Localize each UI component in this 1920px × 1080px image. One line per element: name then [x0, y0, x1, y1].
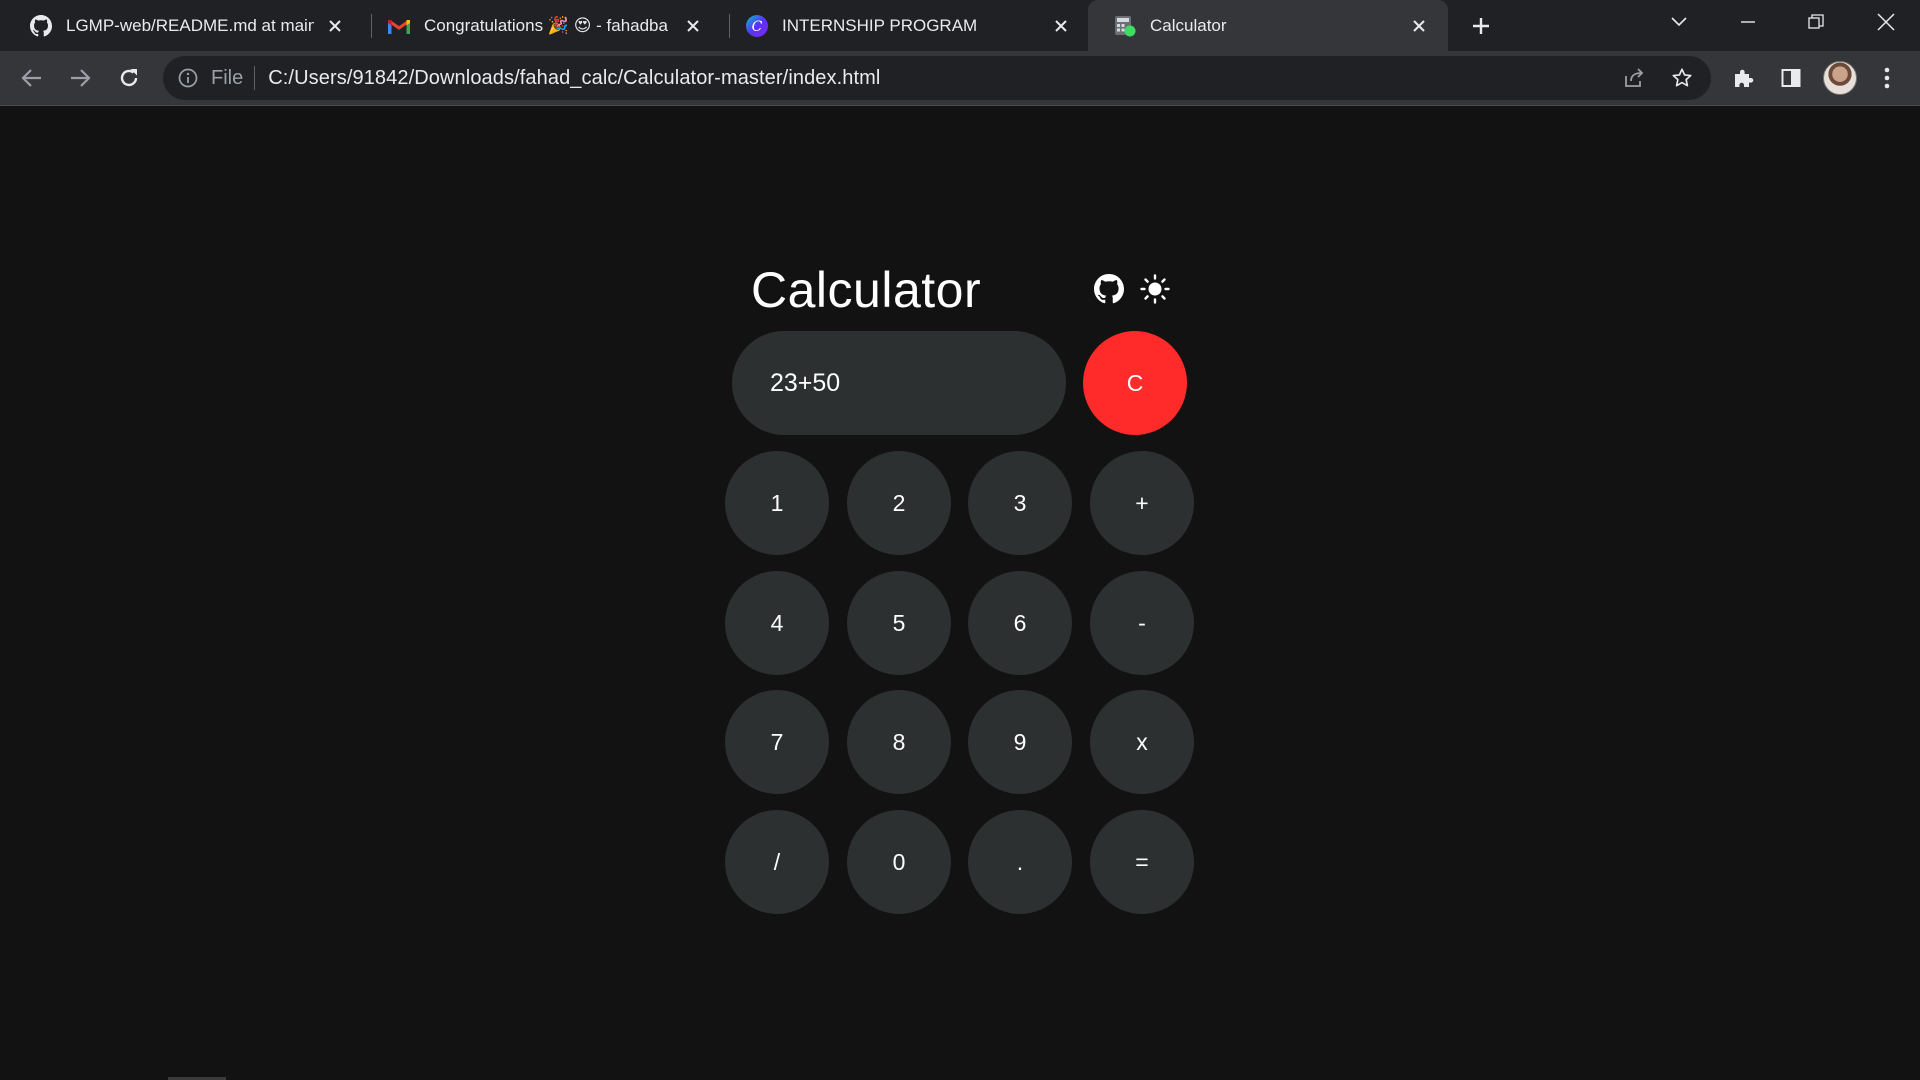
github-icon	[30, 14, 52, 37]
restore-icon	[1808, 14, 1824, 29]
key-7[interactable]: 7	[725, 690, 829, 794]
close-icon	[1877, 13, 1895, 31]
arrow-left-icon	[21, 69, 41, 87]
key-divide[interactable]: /	[725, 810, 829, 914]
theme-toggle-sun-icon[interactable]	[1139, 273, 1171, 305]
key-plus[interactable]: +	[1090, 451, 1194, 555]
key-1[interactable]: 1	[725, 451, 829, 555]
close-icon[interactable]	[1050, 15, 1072, 37]
arrow-right-icon	[71, 69, 91, 87]
key-6[interactable]: 6	[968, 571, 1072, 675]
close-window-button[interactable]	[1858, 0, 1914, 44]
restore-button[interactable]	[1788, 0, 1844, 44]
minimize-icon	[1741, 21, 1755, 23]
forward-button[interactable]	[61, 59, 99, 97]
back-button[interactable]	[13, 59, 51, 97]
calculator-page: Calculator 23+50 C 1 2 3 + 4 5 6 - 7 8 9…	[0, 107, 1920, 1080]
key-5[interactable]: 5	[847, 571, 951, 675]
side-panel-button[interactable]	[1772, 59, 1810, 97]
canva-icon: C	[746, 14, 768, 37]
divider	[254, 66, 256, 90]
page-title: Calculator	[751, 262, 982, 318]
key-minus[interactable]: -	[1090, 571, 1194, 675]
url-scheme-label: File	[211, 66, 244, 89]
clear-button[interactable]: C	[1083, 331, 1187, 435]
calculator-icon	[1114, 15, 1136, 37]
extensions-button[interactable]	[1724, 59, 1762, 97]
address-bar[interactable]: File C:/Users/91842/Downloads/fahad_calc…	[163, 56, 1711, 100]
tab-internship-program[interactable]: C INTERNSHIP PROGRAM	[720, 0, 1090, 51]
key-decimal[interactable]: .	[968, 810, 1072, 914]
key-8[interactable]: 8	[847, 690, 951, 794]
bookmark-star-icon[interactable]	[1662, 56, 1702, 100]
tab-calculator[interactable]: Calculator	[1088, 0, 1448, 51]
plus-icon	[1473, 18, 1489, 34]
key-3[interactable]: 3	[968, 451, 1072, 555]
more-vertical-icon	[1884, 67, 1890, 89]
browser-menu-button[interactable]	[1868, 59, 1906, 97]
key-2[interactable]: 2	[847, 451, 951, 555]
key-9[interactable]: 9	[968, 690, 1072, 794]
share-icon[interactable]	[1614, 56, 1654, 100]
browser-toolbar: File C:/Users/91842/Downloads/fahad_calc…	[0, 51, 1920, 106]
display-value: 23+50	[770, 368, 841, 397]
avatar[interactable]	[1823, 61, 1857, 95]
gmail-icon	[388, 15, 410, 37]
calculator-display: 23+50	[732, 331, 1066, 435]
url-text[interactable]: C:/Users/91842/Downloads/fahad_calc/Calc…	[268, 67, 880, 90]
tab-title: Congratulations 🎉 😍 - fahadba	[424, 15, 668, 35]
info-icon[interactable]	[177, 67, 199, 89]
chevron-down-icon	[1671, 17, 1687, 27]
key-multiply[interactable]: x	[1090, 690, 1194, 794]
reload-button[interactable]	[110, 59, 148, 97]
tab-title: INTERNSHIP PROGRAM	[782, 15, 978, 35]
close-icon[interactable]	[682, 15, 704, 37]
github-icon[interactable]	[1093, 273, 1125, 305]
key-0[interactable]: 0	[847, 810, 951, 914]
reload-icon	[120, 69, 138, 87]
tab-search-button[interactable]	[1651, 0, 1707, 44]
close-icon[interactable]	[1408, 15, 1430, 37]
minimize-button[interactable]	[1720, 0, 1776, 44]
tab-gmail[interactable]: Congratulations 🎉 😍 - fahadba	[362, 0, 722, 51]
tab-title: Calculator	[1150, 15, 1227, 35]
key-equals[interactable]: =	[1090, 810, 1194, 914]
svg-text:C: C	[752, 19, 763, 35]
key-4[interactable]: 4	[725, 571, 829, 675]
tab-github-readme[interactable]: LGMP-web/README.md at main	[4, 0, 364, 51]
puzzle-icon	[1735, 69, 1754, 87]
side-panel-icon	[1781, 69, 1801, 87]
tab-strip: LGMP-web/README.md at main Congratulatio…	[0, 0, 1920, 51]
tab-title: LGMP-web/README.md at main	[66, 15, 314, 35]
close-icon[interactable]	[324, 15, 346, 37]
new-tab-button[interactable]	[1464, 9, 1498, 43]
